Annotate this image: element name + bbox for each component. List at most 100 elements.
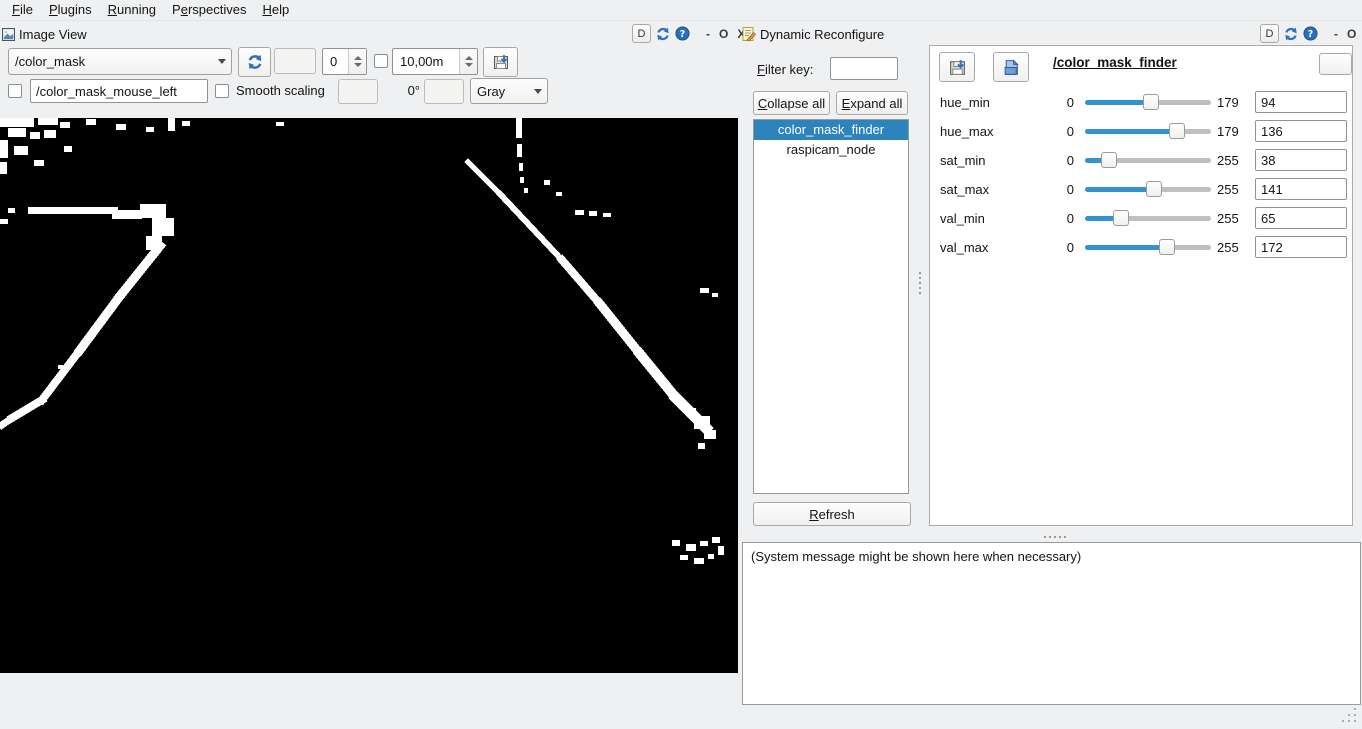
colormap-combo[interactable]: Gray: [470, 78, 548, 104]
param-slider-fill: [1085, 187, 1155, 192]
mouse-topic-field-value: /color_mask_mouse_left: [36, 84, 177, 99]
restore-button[interactable]: O: [716, 27, 731, 41]
rotation-spinbox[interactable]: 0: [322, 48, 367, 75]
node-item-raspicam_node[interactable]: raspicam_node: [754, 140, 908, 160]
help-icon[interactable]: ?: [674, 25, 691, 42]
mask-blob: [0, 140, 8, 158]
spin-down-icon[interactable]: [354, 63, 362, 67]
mask-blob: [0, 162, 7, 174]
mask-blob: [0, 118, 34, 127]
horizontal-splitter[interactable]: [1044, 536, 1066, 538]
param-value-input[interactable]: 94: [1255, 91, 1347, 113]
menu-running[interactable]: Running: [100, 0, 164, 20]
publish-click-checkbox[interactable]: [8, 84, 22, 98]
param-value-input[interactable]: 136: [1255, 120, 1347, 142]
reconfigure-titlebar: Dynamic Reconfigure D ? - O X: [742, 24, 1360, 44]
dock-button[interactable]: D: [632, 24, 651, 43]
smooth-scaling-checkbox[interactable]: [215, 84, 229, 98]
param-slider[interactable]: [1085, 245, 1211, 250]
node-item-color_mask_finder[interactable]: color_mask_finder: [754, 120, 908, 140]
svg-text:?: ?: [680, 29, 685, 40]
system-message-area[interactable]: (System message might be shown here when…: [742, 542, 1361, 705]
mask-blob: [712, 293, 718, 297]
dynamic-range-checkbox[interactable]: [374, 54, 388, 68]
restore-button[interactable]: O: [1344, 27, 1359, 41]
mask-blob: [524, 188, 528, 193]
save-image-icon: [492, 53, 510, 71]
param-value-input[interactable]: 172: [1255, 236, 1347, 258]
param-slider[interactable]: [1085, 158, 1211, 163]
menu-help[interactable]: Help: [254, 0, 297, 20]
mask-blob: [718, 546, 724, 555]
param-slider-handle[interactable]: [1146, 181, 1162, 197]
minimize-button[interactable]: -: [1331, 27, 1341, 41]
mask-blob: [517, 144, 522, 157]
collapse-all-button[interactable]: Collapse all: [753, 91, 830, 115]
mask-blob: [686, 544, 696, 551]
empty-toolbar-field[interactable]: [274, 48, 316, 74]
smooth-scaling-label: Smooth scaling: [236, 79, 325, 103]
menu-plugins[interactable]: Plugins: [41, 0, 100, 20]
mask-blob: [60, 122, 70, 128]
param-slider-handle[interactable]: [1143, 94, 1159, 110]
expand-all-button[interactable]: Expand all: [836, 91, 908, 115]
load-config-button[interactable]: [993, 52, 1029, 82]
vertical-splitter[interactable]: [919, 272, 921, 294]
filter-key-input[interactable]: [830, 57, 898, 80]
mask-blob: [0, 219, 8, 224]
minimize-button[interactable]: -: [703, 27, 713, 41]
param-label: hue_min: [940, 95, 990, 110]
spin-down-icon[interactable]: [465, 63, 473, 67]
menu-perspectives[interactable]: Perspectives: [164, 0, 254, 20]
param-min-label: 0: [1058, 211, 1074, 226]
mask-blob: [519, 163, 523, 171]
save-config-button[interactable]: [939, 52, 975, 82]
image-topic-combo[interactable]: /color_mask: [8, 48, 232, 75]
mask-blob: [698, 443, 705, 449]
node-title: /color_mask_finder: [1053, 55, 1177, 70]
param-slider[interactable]: [1085, 216, 1211, 221]
rotation-spinbox-value: 0: [323, 49, 348, 74]
help-icon[interactable]: ?: [1302, 25, 1319, 42]
param-label: val_min: [940, 211, 985, 226]
param-label: sat_min: [940, 153, 986, 168]
param-value-input[interactable]: 65: [1255, 207, 1347, 229]
load-config-icon: [1002, 58, 1021, 77]
param-row-hue_max: hue_max0179136: [930, 117, 1353, 146]
reload-plugin-icon[interactable]: [1282, 25, 1299, 42]
refresh-topics-button[interactable]: [238, 47, 271, 77]
param-label: sat_max: [940, 182, 989, 197]
mask-blob: [146, 127, 154, 132]
save-image-button[interactable]: [483, 47, 518, 77]
param-slider[interactable]: [1085, 187, 1211, 192]
mouse-topic-field[interactable]: /color_mask_mouse_left: [30, 79, 208, 103]
mask-blob: [116, 124, 126, 130]
param-min-label: 0: [1058, 95, 1074, 110]
mask-blob: [86, 119, 96, 125]
close-node-button[interactable]: [1319, 53, 1352, 75]
param-max-label: 255: [1217, 153, 1247, 168]
resize-grip[interactable]: [1340, 706, 1358, 724]
dock-button[interactable]: D: [1260, 24, 1279, 43]
param-slider-handle[interactable]: [1169, 123, 1185, 139]
param-slider[interactable]: [1085, 100, 1211, 105]
image-canvas: [0, 118, 738, 673]
param-slider-handle[interactable]: [1113, 210, 1129, 226]
menu-file[interactable]: File: [4, 0, 41, 20]
param-slider[interactable]: [1085, 129, 1211, 134]
param-slider-handle[interactable]: [1101, 152, 1117, 168]
mask-blob: [168, 118, 175, 131]
param-value-input[interactable]: 38: [1255, 149, 1347, 171]
max-range-spinbox[interactable]: 10,00m: [392, 48, 478, 75]
param-value-input[interactable]: 141: [1255, 178, 1347, 200]
empty-field-2[interactable]: [338, 79, 378, 104]
param-row-val_max: val_max0255172: [930, 233, 1353, 262]
reload-plugin-icon[interactable]: [654, 25, 671, 42]
param-slider-handle[interactable]: [1159, 239, 1175, 255]
mask-blob: [544, 180, 550, 185]
empty-field-3[interactable]: [424, 79, 464, 104]
spin-up-icon[interactable]: [354, 56, 362, 60]
spin-up-icon[interactable]: [465, 56, 473, 60]
mask-blob: [64, 146, 72, 152]
refresh-nodes-button[interactable]: Refresh: [753, 502, 911, 526]
